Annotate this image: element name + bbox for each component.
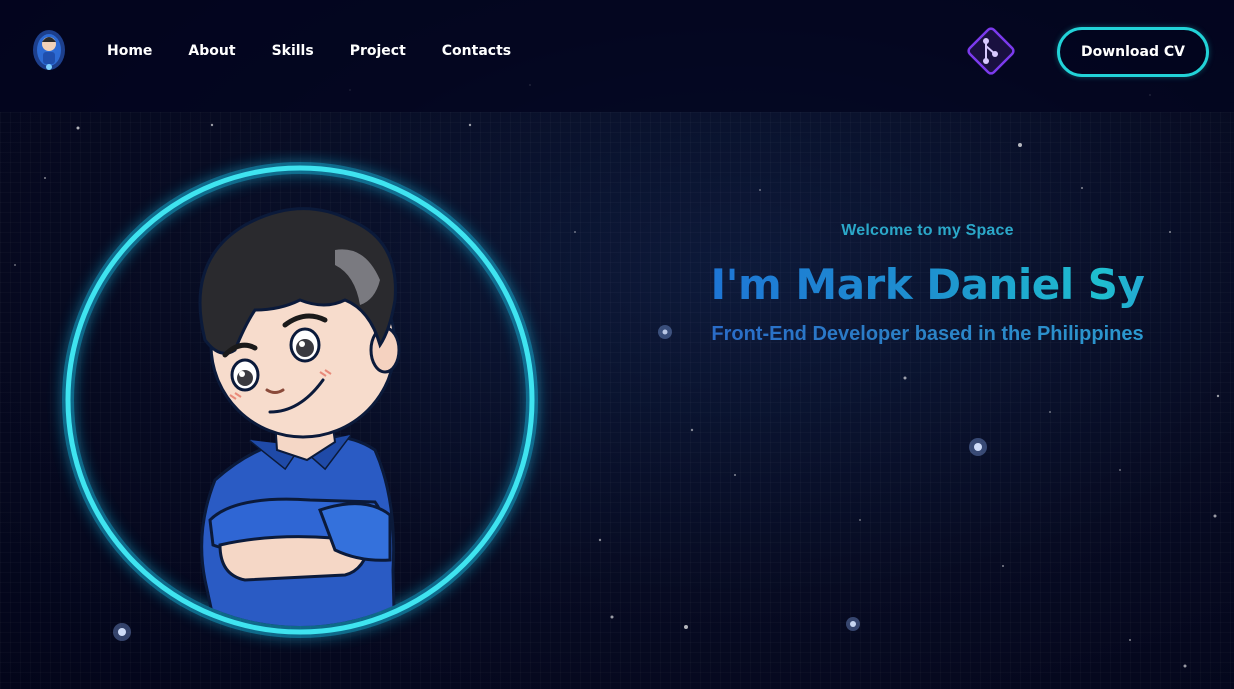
astronaut-avatar-icon[interactable] [30,26,68,74]
hero-headline: I'm Mark Daniel Sy [620,260,1234,309]
welcome-text: Welcome to my Space [841,222,1014,239]
nav-links: Home About Skills Project Contacts [107,43,547,59]
hero-subtitle: Front-End Developer based in the Philipp… [620,323,1234,346]
cartoon-portrait-icon [62,162,538,638]
nav-link-home[interactable]: Home [107,43,152,59]
nav-link-contacts[interactable]: Contacts [442,43,511,59]
download-cv-button[interactable]: Download CV [1057,27,1209,77]
hero-text-block: Welcome to my Space I'm Mark Daniel Sy F… [620,222,1234,346]
git-branch-icon[interactable] [964,24,1018,78]
portrait-section [45,150,555,660]
nav-link-about[interactable]: About [188,43,235,59]
nav-link-skills[interactable]: Skills [272,43,314,59]
top-navbar: Home About Skills Project Contacts Downl… [0,0,1234,112]
nav-link-project[interactable]: Project [350,43,406,59]
